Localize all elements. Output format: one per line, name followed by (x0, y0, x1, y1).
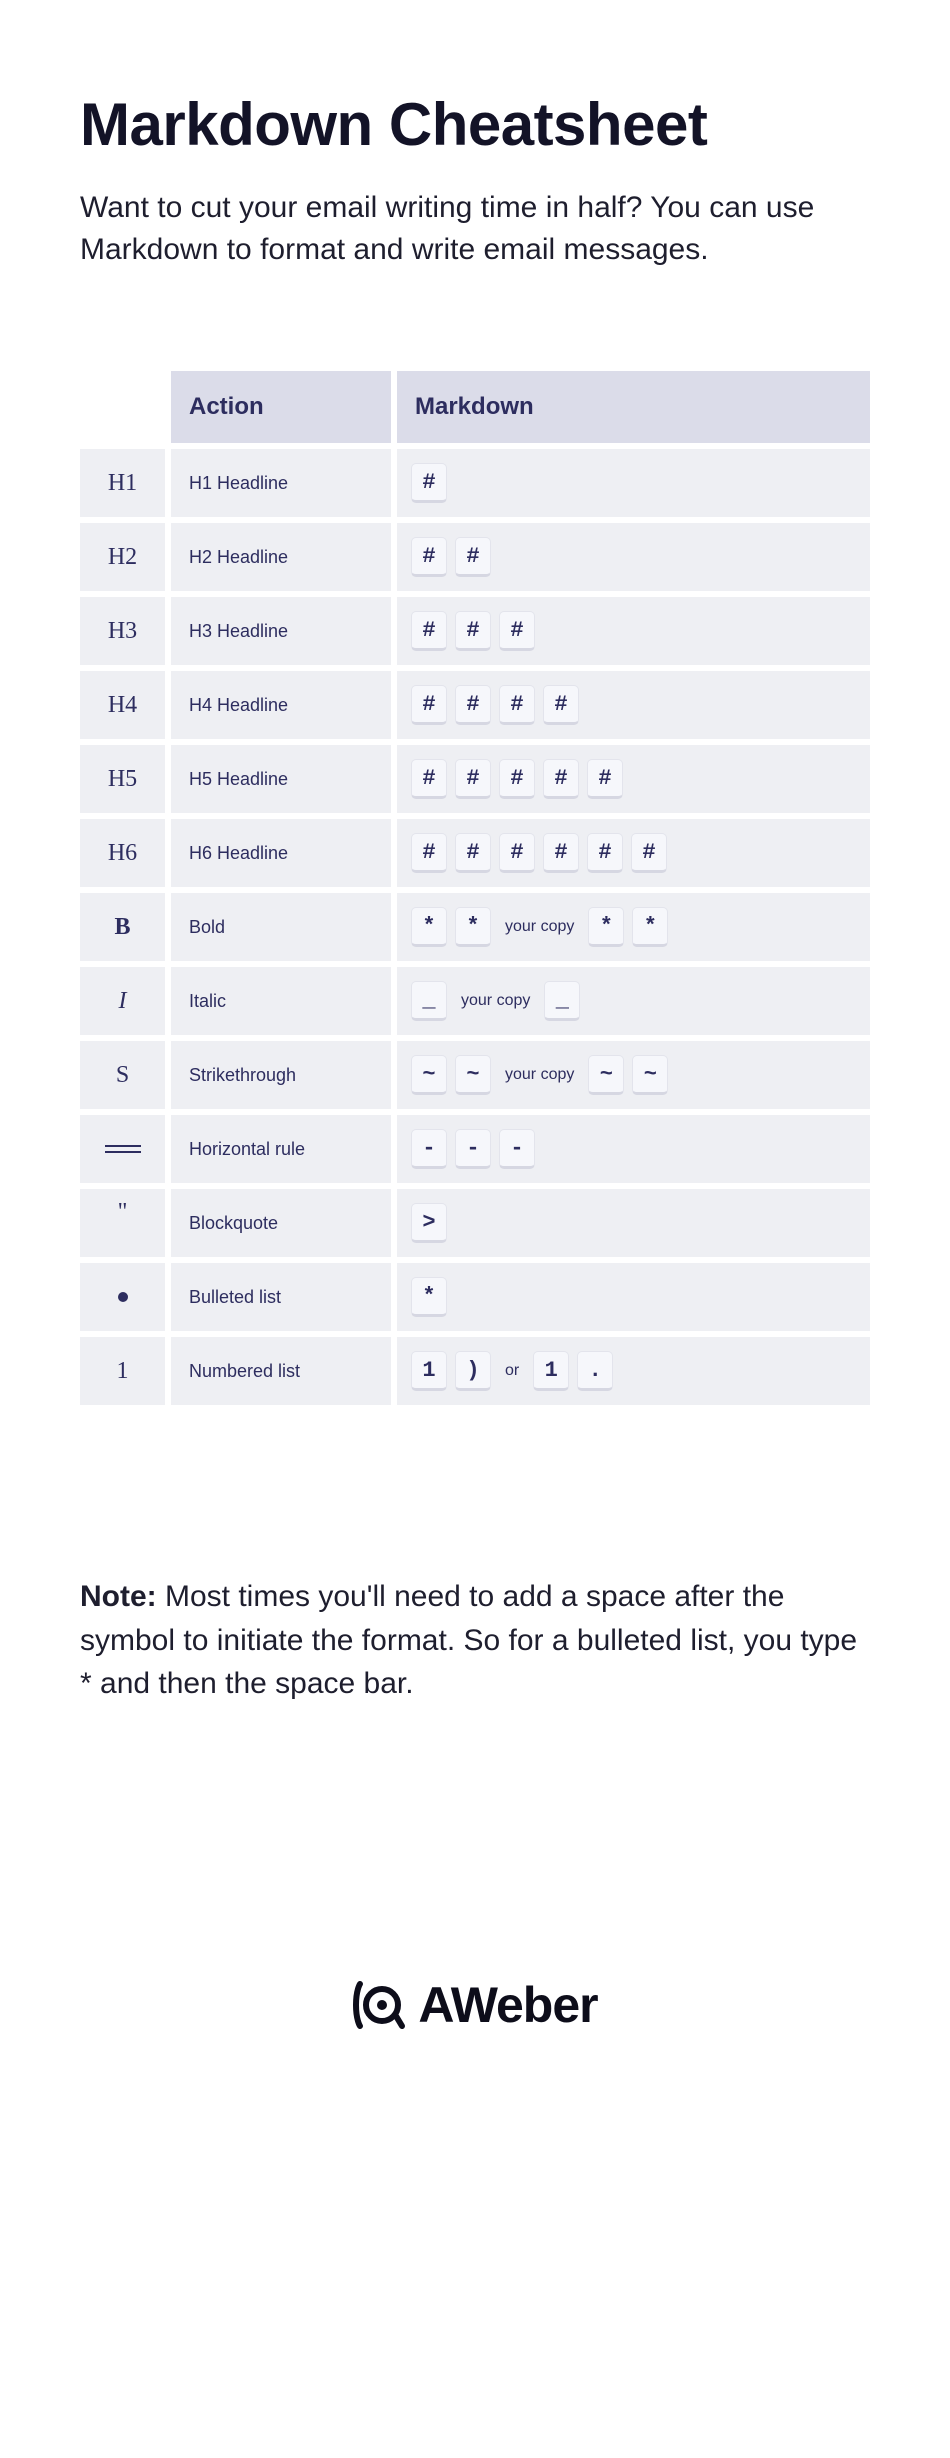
inline-text: or (499, 1362, 525, 1380)
header-spacer (80, 371, 165, 443)
action-cell: H4 Headline (171, 671, 391, 739)
inline-text: your copy (499, 918, 580, 936)
keycap: # (455, 833, 491, 873)
row-icon: S (80, 1041, 165, 1109)
action-cell: Horizontal rule (171, 1115, 391, 1183)
keycap: # (587, 759, 623, 799)
row-icon: H5 (80, 745, 165, 813)
keycap: # (411, 537, 447, 577)
keycap: - (411, 1129, 447, 1169)
keycap: # (499, 759, 535, 799)
action-cell: Numbered list (171, 1337, 391, 1405)
action-cell: Italic (171, 967, 391, 1035)
row-icon: H2 (80, 523, 165, 591)
keycap: * (632, 907, 668, 947)
inline-text: your copy (499, 1066, 580, 1084)
markdown-cell: _ your copy _ (397, 967, 870, 1035)
keycap: _ (544, 981, 580, 1021)
keycap: # (499, 611, 535, 651)
action-cell: H2 Headline (171, 523, 391, 591)
markdown-cell: **your copy** (397, 893, 870, 961)
markdown-cell: ##### (397, 745, 870, 813)
page-title: Markdown Cheatsheet (80, 90, 870, 159)
keycap: # (631, 833, 667, 873)
keycap: # (455, 759, 491, 799)
keycap: # (587, 833, 623, 873)
row-icon: " (80, 1189, 165, 1257)
keycap: ~ (588, 1055, 624, 1095)
keycap: # (499, 833, 535, 873)
markdown-cell: * (397, 1263, 870, 1331)
keycap: - (499, 1129, 535, 1169)
row-icon: H6 (80, 819, 165, 887)
markdown-cell: # (397, 449, 870, 517)
cheatsheet-table: Action Markdown H1H1 Headline # H2H2 Headl… (80, 371, 870, 1405)
action-cell: H5 Headline (171, 745, 391, 813)
row-icon: B (80, 893, 165, 961)
logo-text: AWeber (418, 1976, 597, 2034)
keycap: ~ (632, 1055, 668, 1095)
horizontal-rule-icon (105, 1145, 141, 1153)
markdown-cell: 1) or 1. (397, 1337, 870, 1405)
keycap: ) (455, 1351, 491, 1391)
keycap: _ (411, 981, 447, 1021)
intro-text: Want to cut your email writing time in h… (80, 187, 870, 271)
note-label: Note: (80, 1580, 157, 1613)
action-cell: Blockquote (171, 1189, 391, 1257)
row-icon: I (80, 967, 165, 1035)
keycap: # (411, 759, 447, 799)
row-icon (80, 1263, 165, 1331)
keycap: > (411, 1203, 447, 1243)
row-icon: H3 (80, 597, 165, 665)
keycap: ~ (455, 1055, 491, 1095)
markdown-cell: ~~your copy~~ (397, 1041, 870, 1109)
header-markdown: Markdown (397, 371, 870, 443)
keycap: # (543, 685, 579, 725)
markdown-cell: ###### (397, 819, 870, 887)
action-cell: H1 Headline (171, 449, 391, 517)
action-cell: H3 Headline (171, 597, 391, 665)
keycap: # (543, 833, 579, 873)
markdown-cell: --- (397, 1115, 870, 1183)
keycap: 1 (411, 1351, 447, 1391)
markdown-cell: ## (397, 523, 870, 591)
markdown-cell: > (397, 1189, 870, 1257)
header-action: Action (171, 371, 391, 443)
markdown-cell: ### (397, 597, 870, 665)
action-cell: Strikethrough (171, 1041, 391, 1109)
row-icon: 1 (80, 1337, 165, 1405)
keycap: # (455, 611, 491, 651)
bullet-icon (118, 1292, 128, 1302)
keycap: # (499, 685, 535, 725)
action-cell: H6 Headline (171, 819, 391, 887)
aweber-logo: AWeber (352, 1976, 597, 2034)
keycap: * (455, 907, 491, 947)
keycap: # (411, 611, 447, 651)
action-cell: Bold (171, 893, 391, 961)
row-icon: H4 (80, 671, 165, 739)
markdown-cell: #### (397, 671, 870, 739)
logo-mark-icon (352, 1976, 412, 2034)
keycap: # (411, 833, 447, 873)
keycap: 1 (533, 1351, 569, 1391)
logo-container: AWeber (80, 1976, 870, 2144)
row-icon (80, 1115, 165, 1183)
row-icon: H1 (80, 449, 165, 517)
keycap: # (543, 759, 579, 799)
page-container: Markdown Cheatsheet Want to cut your ema… (0, 0, 950, 2184)
note-text: Note: Most times you'll need to add a sp… (80, 1575, 870, 1706)
keycap: # (455, 685, 491, 725)
keycap: - (455, 1129, 491, 1169)
keycap: * (411, 1277, 447, 1317)
keycap: * (411, 907, 447, 947)
keycap: ~ (411, 1055, 447, 1095)
keycap: # (411, 463, 447, 503)
keycap: # (455, 537, 491, 577)
action-cell: Bulleted list (171, 1263, 391, 1331)
inline-text: your copy (455, 992, 536, 1010)
note-body: Most times you'll need to add a space af… (80, 1580, 857, 1700)
keycap: # (411, 685, 447, 725)
keycap: . (577, 1351, 613, 1391)
keycap: * (588, 907, 624, 947)
